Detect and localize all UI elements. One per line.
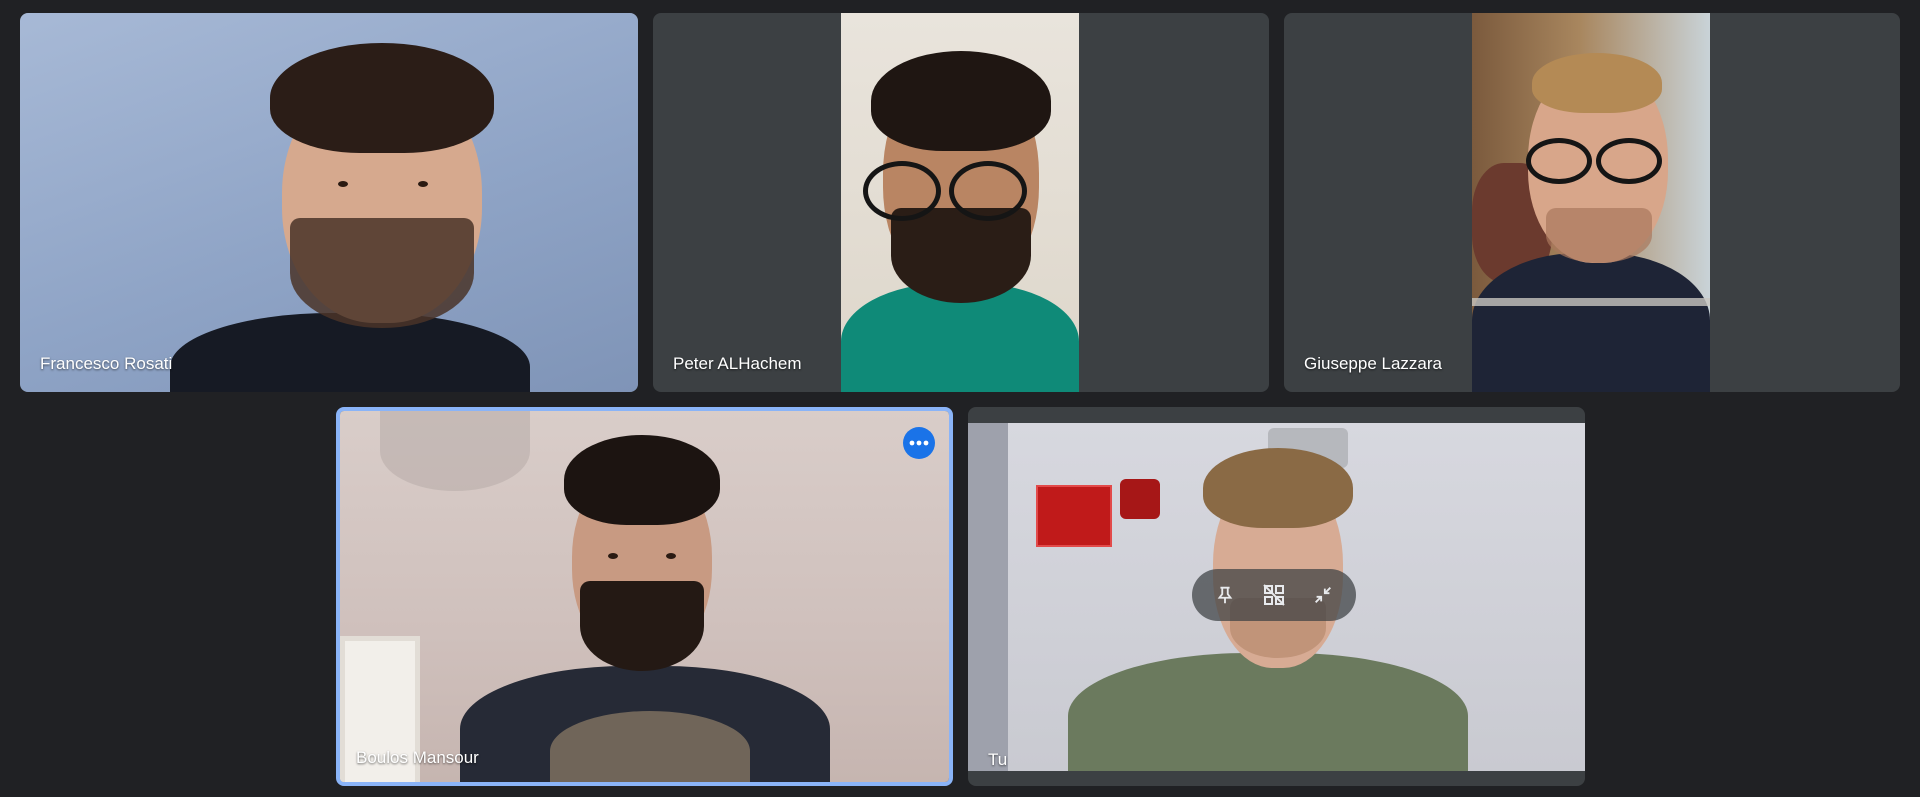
participant-tile-self[interactable]: Tu [968, 407, 1585, 786]
participant-name: Tu [988, 750, 1008, 769]
participant-figure [20, 13, 638, 392]
pin-button[interactable] [1205, 575, 1245, 615]
participant-figure [1472, 13, 1710, 392]
more-options-button[interactable] [903, 427, 935, 459]
remove-from-grid-button[interactable] [1254, 575, 1294, 615]
participant-tile-francesco-rosati[interactable]: Francesco Rosati [20, 13, 638, 392]
participant-name: Boulos Mansour [356, 748, 479, 767]
tile-hover-controls [1192, 569, 1356, 621]
participant-figure [340, 411, 949, 782]
video-feed [340, 411, 949, 782]
pin-icon [1217, 586, 1232, 604]
participant-tile-peter-alhachem[interactable]: Peter ALHachem [653, 13, 1269, 392]
participant-name: Giuseppe Lazzara [1304, 354, 1442, 373]
participant-figure [841, 13, 1079, 392]
video-feed [841, 13, 1079, 392]
participant-name: Peter ALHachem [673, 354, 802, 373]
minimize-icon [1315, 587, 1332, 603]
participant-tile-boulos-mansour[interactable]: Boulos Mansour [336, 407, 953, 786]
remove-from-grid-icon [1263, 584, 1285, 606]
minimize-button[interactable] [1303, 575, 1343, 615]
video-feed [1472, 13, 1710, 392]
more-horiz-icon [909, 440, 929, 446]
participant-tile-giuseppe-lazzara[interactable]: Giuseppe Lazzara [1284, 13, 1900, 392]
participant-name: Francesco Rosati [40, 354, 173, 373]
video-feed [20, 13, 638, 392]
